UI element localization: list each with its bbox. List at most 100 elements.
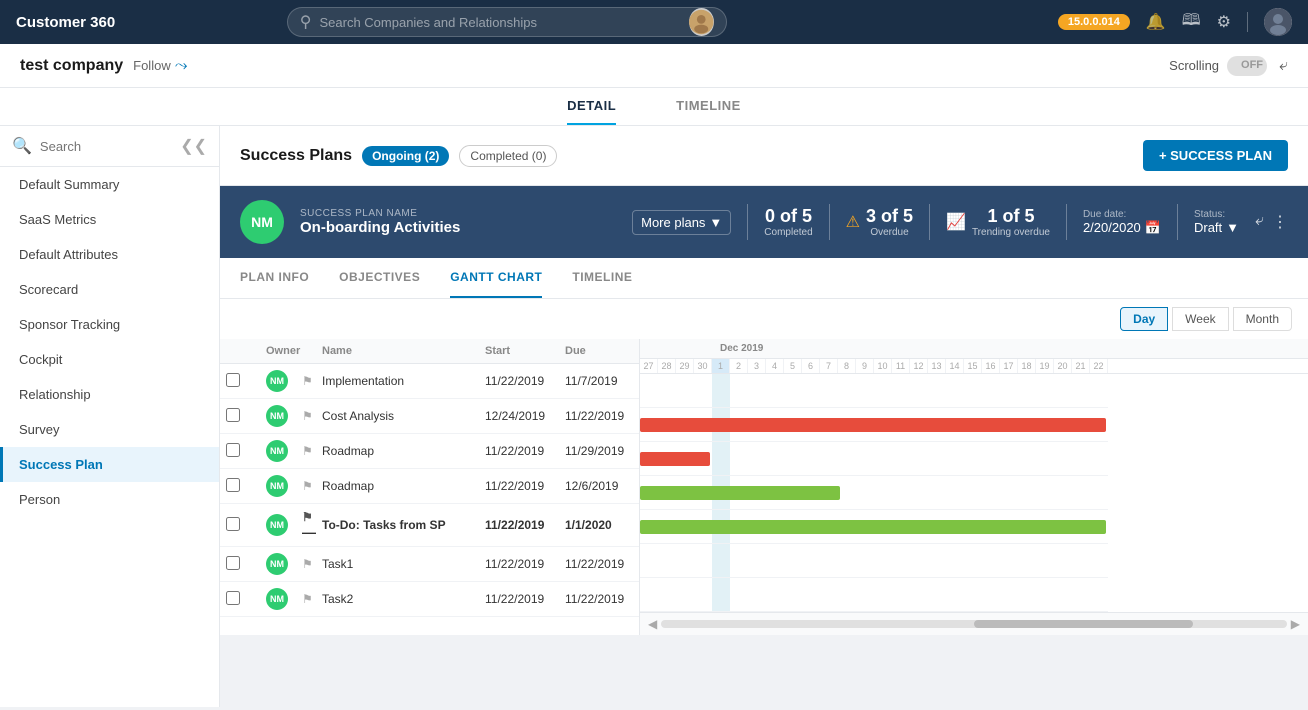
gantt-bar-row-5 [640,510,1108,544]
period-day-button[interactable]: Day [1120,307,1168,331]
tab-gantt-timeline[interactable]: TIMELINE [572,258,632,298]
date-cell-17: 17 [1000,359,1018,373]
scroll-left-arrow[interactable]: ◀ [648,617,657,631]
row-7-checkbox[interactable] [226,591,240,605]
stat-completed: 0 of 5 Completed [764,206,812,238]
gantt-left-panel: Owner Name Start Due NM ⚑ Implementation… [220,339,640,635]
tab-detail[interactable]: DETAIL [567,88,616,125]
add-success-plan-button[interactable]: + SUCCESS PLAN [1143,140,1288,171]
scrolling-label: Scrolling [1169,58,1219,73]
book-icon[interactable]: 🕮 [1182,9,1201,36]
row-2-checkbox[interactable] [226,408,240,422]
plan-more-icon[interactable]: ⋮ [1272,212,1288,232]
more-plans-button[interactable]: More plans ▼ [632,210,731,235]
user-avatar-nav[interactable] [1264,8,1292,36]
sidebar-item-person[interactable]: Person [0,482,219,517]
col-name: Name [316,345,479,357]
due-date-section: Due date: 2/20/2020 📅 [1083,209,1161,236]
tab-plan-info[interactable]: PLAN INFO [240,258,309,298]
bookmark-2: ⚑ [302,409,313,423]
row-5-due: 1/1/2020 [559,512,639,538]
gantt-scrollbar[interactable]: ◀ ▶ [640,612,1308,635]
bookmark-4: ⚑ [302,479,313,493]
tab-gantt-chart[interactable]: GANTT CHART [450,258,542,298]
tab-objectives[interactable]: OBJECTIVES [339,258,420,298]
calendar-icon[interactable]: 📅 [1145,220,1161,236]
date-cell-5: 5 [784,359,802,373]
row-3-start: 11/22/2019 [479,438,559,464]
date-cell-10: 10 [874,359,892,373]
sidebar-item-relationship[interactable]: Relationship [0,377,219,412]
success-plans-title: Success Plans [240,147,352,165]
stat-divider-3 [929,204,930,240]
highlight-col [712,544,730,577]
row-6-checkbox[interactable] [226,556,240,570]
sidebar-item-cockpit[interactable]: Cockpit [0,342,219,377]
warning-icon: ⚠ [846,212,860,232]
gantt-bar-row-4 [640,476,1108,510]
row-4-start: 11/22/2019 [479,473,559,499]
status-value: Draft ▼ [1194,220,1239,235]
row-6-start: 11/22/2019 [479,551,559,577]
row-4-due: 12/6/2019 [559,473,639,499]
scroll-right-arrow[interactable]: ▶ [1291,617,1300,631]
scroll-thumb[interactable] [974,620,1193,628]
sidebar-item-success-plan[interactable]: Success Plan [0,447,219,482]
col-start: Start [479,345,559,357]
gantt-chart-header: Dec 2019 2728293012345678910111213141516… [640,339,1308,374]
sidebar-item-default-summary[interactable]: Default Summary [0,167,219,202]
stat-completed-num: 0 of 5 [764,206,812,227]
plan-info: SUCCESS PLAN NAME On-boarding Activities [300,208,616,236]
row-1-checkbox[interactable] [226,373,240,387]
date-cell-4: 4 [766,359,784,373]
month-row: Dec 2019 [640,339,1308,359]
due-date-value: 2/20/2020 📅 [1083,220,1161,236]
status-dropdown-icon[interactable]: ▼ [1226,220,1239,235]
sidebar-collapse-icon[interactable]: ❮❮ [180,136,207,156]
sidebar-search-input[interactable] [40,139,172,154]
date-cell-1: 1 [712,359,730,373]
user-avatar-search [689,8,713,36]
period-month-button[interactable]: Month [1233,307,1292,331]
completed-badge[interactable]: Completed (0) [459,145,557,167]
date-cell-11: 11 [892,359,910,373]
notification-icon[interactable]: 🔔 [1146,12,1166,32]
sidebar-item-sponsor-tracking[interactable]: Sponsor Tracking [0,307,219,342]
due-date-label: Due date: [1083,209,1161,220]
row-3-checkbox[interactable] [226,443,240,457]
gantt-header: Owner Name Start Due [220,339,639,364]
row-2-name: Cost Analysis [316,403,479,429]
nav-divider [1247,12,1248,32]
sidebar-item-survey[interactable]: Survey [0,412,219,447]
col-due: Due [559,345,639,357]
ongoing-badge[interactable]: Ongoing (2) [362,146,449,166]
settings-icon[interactable]: ⚙ [1217,12,1231,32]
scroll-track[interactable] [661,620,1287,628]
stat-overdue: ⚠ 3 of 5 Overdue [846,206,913,238]
row-5-start: 11/22/2019 [479,512,559,538]
row-4-checkbox[interactable] [226,478,240,492]
sidebar-item-default-attributes[interactable]: Default Attributes [0,237,219,272]
stat-trending-overdue: 📈 1 of 5 Trending overdue [946,206,1050,238]
period-week-button[interactable]: Week [1172,307,1228,331]
gantt-bar-4 [640,486,840,500]
gantt-bar-row-6 [640,544,1108,578]
more-plans-chevron-icon: ▼ [709,215,722,230]
scrolling-switch[interactable]: OFF [1227,56,1267,76]
row-5-checkbox[interactable] [226,517,240,531]
col-checkbox [220,345,260,357]
share-icon[interactable]: ⤶ [1279,57,1288,75]
gantt-bar-5 [640,520,1106,534]
sidebar-item-saas-metrics[interactable]: SaaS Metrics [0,202,219,237]
follow-button[interactable]: Follow ⤳ [133,57,187,75]
sidebar-item-scorecard[interactable]: Scorecard [0,272,219,307]
plan-share-icon[interactable]: ⤶ [1255,212,1264,232]
stat-divider-1 [747,204,748,240]
row-4-name: Roadmap [316,473,479,499]
global-search-bar[interactable]: ⚲ [287,7,727,37]
stat-trending-num: 1 of 5 [972,206,1050,227]
global-search-input[interactable] [319,15,681,30]
tab-timeline[interactable]: TIMELINE [676,88,741,125]
row-1-due: 11/7/2019 [559,368,639,394]
date-cell-29: 29 [676,359,694,373]
